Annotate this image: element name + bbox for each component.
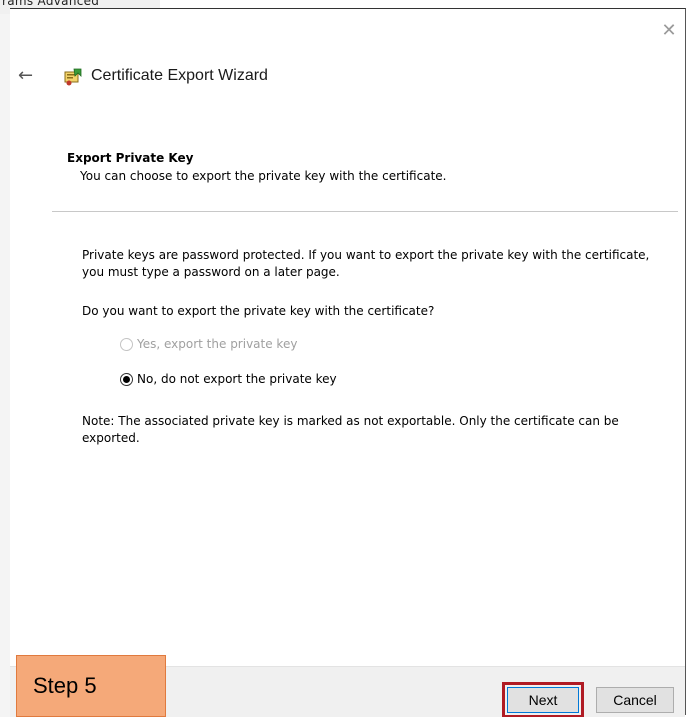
background-tabs-text: rams Advanced: [2, 0, 100, 8]
next-button[interactable]: Next: [502, 682, 584, 717]
certificate-export-dialog: ✕ ← Certificate Export Wizard Export Pri…: [10, 8, 686, 717]
radio-label-yes: Yes, export the private key: [137, 337, 298, 351]
back-arrow-icon[interactable]: ←: [18, 66, 40, 86]
radio-export-yes: Yes, export the private key: [120, 335, 297, 353]
radio-button-yes: [120, 337, 133, 351]
wizard-title: Certificate Export Wizard: [91, 67, 268, 84]
export-question: Do you want to export the private key wi…: [82, 304, 435, 318]
close-icon[interactable]: ✕: [659, 21, 679, 41]
info-text: Private keys are password protected. If …: [82, 248, 650, 279]
radio-export-no[interactable]: No, do not export the private key: [120, 370, 337, 388]
certificate-wizard-icon: [64, 68, 82, 86]
radio-label-no[interactable]: No, do not export the private key: [137, 372, 337, 386]
radio-button-no[interactable]: [120, 372, 133, 386]
page-subheading: You can choose to export the private key…: [80, 169, 447, 183]
step-callout-label: Step 5: [16, 655, 166, 717]
screenshot-frame: rams Advanced ✕ ← Certificate Export Wiz…: [0, 0, 688, 717]
cancel-button[interactable]: Cancel: [596, 687, 674, 713]
header-divider: [52, 211, 678, 212]
note-text: Note: The associated private key is mark…: [82, 414, 619, 445]
page-heading: Export Private Key: [67, 151, 194, 165]
